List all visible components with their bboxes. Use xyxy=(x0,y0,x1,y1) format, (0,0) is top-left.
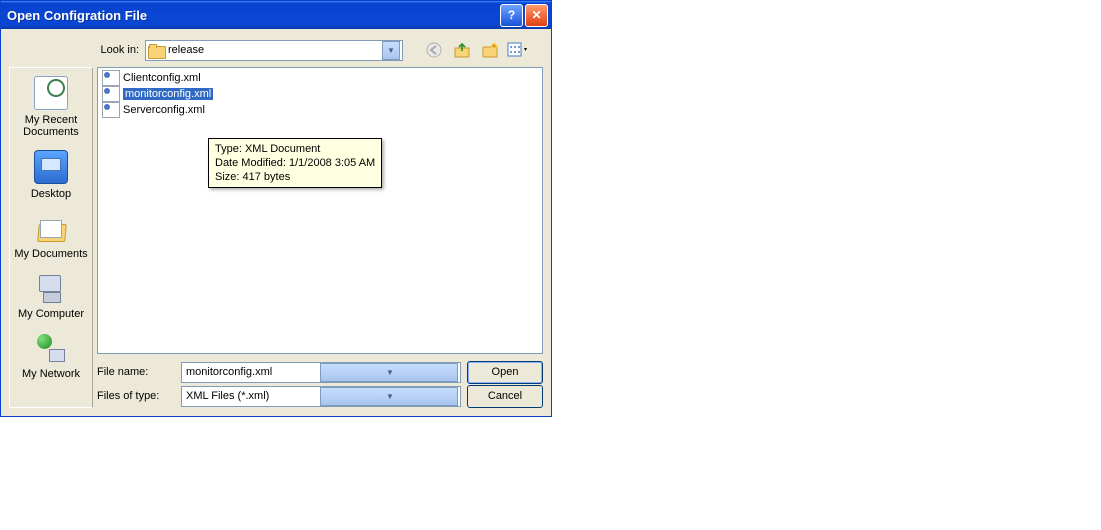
filetype-combo[interactable]: XML Files (*.xml) ▼ xyxy=(181,386,461,407)
tooltip-size: Size: 417 bytes xyxy=(215,170,375,184)
documents-icon xyxy=(35,212,67,244)
folder-up-icon xyxy=(454,42,470,58)
desktop-icon xyxy=(34,150,68,184)
place-my-documents[interactable]: My Documents xyxy=(12,208,90,268)
view-icon xyxy=(507,42,529,58)
place-label: My Network xyxy=(12,368,90,380)
window-controls: ? ✕ xyxy=(500,4,548,27)
xml-file-icon xyxy=(102,102,120,118)
file-tooltip: Type: XML Document Date Modified: 1/1/20… xyxy=(208,138,382,188)
dropdown-arrow-icon[interactable]: ▼ xyxy=(320,387,458,406)
view-menu-button[interactable] xyxy=(507,39,529,61)
open-button[interactable]: Open xyxy=(467,361,543,384)
close-button[interactable]: ✕ xyxy=(525,4,548,27)
tooltip-type: Type: XML Document xyxy=(215,142,375,156)
xml-file-icon xyxy=(102,70,120,86)
recent-documents-icon xyxy=(34,76,68,110)
filename-value: monitorconfig.xml xyxy=(184,366,320,378)
xml-file-icon xyxy=(102,86,120,102)
window-title: Open Configration File xyxy=(7,8,147,23)
place-label: Desktop xyxy=(12,188,90,200)
place-label: My Recent Documents xyxy=(12,114,90,138)
place-desktop[interactable]: Desktop xyxy=(12,146,90,208)
look-in-combo[interactable]: release ▼ xyxy=(145,40,403,61)
dropdown-arrow-icon[interactable]: ▼ xyxy=(320,363,458,382)
file-name: Serverconfig.xml xyxy=(123,104,205,116)
file-item[interactable]: Serverconfig.xml xyxy=(100,102,540,118)
cancel-button-label: Cancel xyxy=(488,390,522,402)
back-button[interactable] xyxy=(423,39,445,61)
file-item[interactable]: Clientconfig.xml xyxy=(100,70,540,86)
computer-icon xyxy=(35,272,67,304)
look-in-label: Look in: xyxy=(89,44,139,56)
new-folder-icon xyxy=(482,42,498,58)
tooltip-date: Date Modified: 1/1/2008 3:05 AM xyxy=(215,156,375,170)
new-folder-button[interactable] xyxy=(479,39,501,61)
up-one-level-button[interactable] xyxy=(451,39,473,61)
file-name: monitorconfig.xml xyxy=(123,88,213,100)
toolbar: Look in: release ▼ xyxy=(9,39,543,61)
place-label: My Computer xyxy=(12,308,90,320)
filename-combo[interactable]: monitorconfig.xml ▼ xyxy=(181,362,461,383)
file-item[interactable]: monitorconfig.xml xyxy=(100,86,540,102)
open-file-dialog: Open Configration File ? ✕ Look in: rele… xyxy=(0,0,552,417)
titlebar[interactable]: Open Configration File ? ✕ xyxy=(1,1,551,29)
help-button[interactable]: ? xyxy=(500,4,523,27)
back-arrow-icon xyxy=(426,42,442,58)
place-my-computer[interactable]: My Computer xyxy=(12,268,90,328)
place-label: My Documents xyxy=(12,248,90,260)
dropdown-arrow-icon[interactable]: ▼ xyxy=(382,41,400,60)
filetype-label: Files of type: xyxy=(97,390,175,402)
open-button-label: Open xyxy=(492,366,519,378)
place-recent-documents[interactable]: My Recent Documents xyxy=(12,72,90,146)
cancel-button[interactable]: Cancel xyxy=(467,385,543,408)
places-bar: My Recent Documents Desktop My Documents… xyxy=(9,67,93,408)
file-list[interactable]: Clientconfig.xml monitorconfig.xml Serve… xyxy=(97,67,543,354)
look-in-value: release xyxy=(168,44,204,56)
filetype-value: XML Files (*.xml) xyxy=(184,390,320,402)
file-name: Clientconfig.xml xyxy=(123,72,201,84)
filename-label: File name: xyxy=(97,366,175,378)
folder-icon xyxy=(148,44,164,57)
place-my-network[interactable]: My Network xyxy=(12,328,90,388)
network-icon xyxy=(35,332,67,364)
